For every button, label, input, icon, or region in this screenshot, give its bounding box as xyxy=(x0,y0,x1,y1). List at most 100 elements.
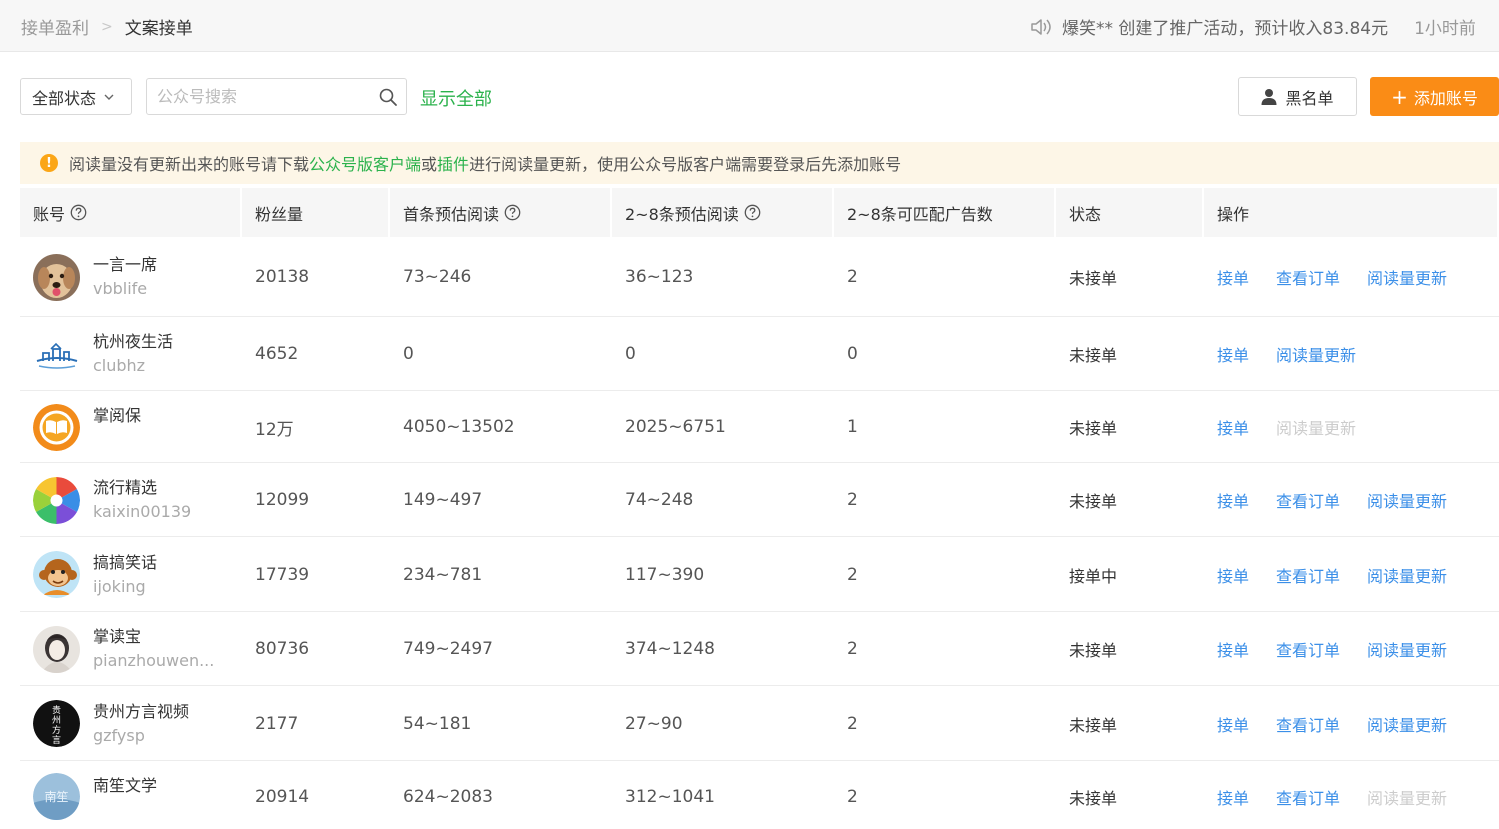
account-text: 杭州夜生活 clubhz xyxy=(93,330,173,378)
second-read-estimate: 74~248 xyxy=(625,490,694,510)
account-name[interactable]: 贵州方言视频 xyxy=(93,700,189,724)
account-avatar xyxy=(33,551,80,598)
account-cell: 杭州夜生活 clubhz xyxy=(20,317,242,391)
fans-count: 12099 xyxy=(255,490,310,510)
ad-match-count: 2 xyxy=(847,267,858,287)
warning-text-3: 进行阅读量更新，使用公众号版客户端需要登录后先添加账号 xyxy=(469,155,902,174)
row-actions: 接单 查看订单 阅读量更新 xyxy=(1204,612,1499,686)
column-header-label: 2~8条可匹配广告数 xyxy=(847,204,993,224)
table-row: 贵州方言贵州方言视频 gzfysp 2177 54~181 27~90 2 未接单 接单 查看订… xyxy=(20,686,1499,761)
table-row: 搞搞笑话 ijoking 17739 234~781 117~390 2 接单中 接单 查看订单… xyxy=(20,537,1499,612)
help-icon[interactable] xyxy=(504,204,521,221)
row-actions: 接单 查看订单 阅读量更新 xyxy=(1204,463,1499,537)
view-orders-link[interactable]: 查看订单 xyxy=(1276,563,1340,587)
warning-banner: ! 阅读量没有更新出来的账号请下载 公众号版客户端 或 插件 进行阅读量更新，使… xyxy=(20,142,1499,184)
table-row: 流行精选 kaixin00139 12099 149~497 74~248 2 未接单 接单 查… xyxy=(20,463,1499,537)
first-read-estimate: 0 xyxy=(403,344,414,364)
column-header: 2~8条可匹配广告数 xyxy=(834,188,1056,237)
plugin-link[interactable]: 插件 xyxy=(437,151,469,175)
update-reads-link[interactable]: 阅读量更新 xyxy=(1367,488,1447,512)
help-icon[interactable] xyxy=(744,204,761,221)
account-name[interactable]: 南笙文学 xyxy=(93,774,157,798)
accept-order-link[interactable]: 接单 xyxy=(1217,488,1249,512)
account-cell: 南笙 南笙文学 xyxy=(20,761,242,829)
update-reads-link[interactable]: 阅读量更新 xyxy=(1367,563,1447,587)
accept-order-link[interactable]: 接单 xyxy=(1217,785,1249,809)
view-orders-link[interactable]: 查看订单 xyxy=(1276,637,1340,661)
account-text: 流行精选 kaixin00139 xyxy=(93,476,191,524)
ad-match-count: 1 xyxy=(847,417,858,437)
second-read-estimate: 0 xyxy=(625,344,636,364)
account-id: vbblife xyxy=(93,279,148,298)
fans-count: 20138 xyxy=(255,267,310,287)
view-orders-link[interactable]: 查看订单 xyxy=(1276,265,1340,289)
update-reads-link[interactable]: 阅读量更新 xyxy=(1367,265,1447,289)
add-account-button[interactable]: + 添加账号 xyxy=(1370,77,1499,116)
row-actions: 接单 查看订单 阅读量更新 xyxy=(1204,761,1499,829)
top-bar: 接单盈利 > 文案接单 爆笑** 创建了推广活动，预计收入83.84元 1小时前 xyxy=(0,0,1499,52)
account-name[interactable]: 一言一席 xyxy=(93,253,157,277)
first-read-estimate: 624~2083 xyxy=(403,786,493,807)
first-read-estimate: 73~246 xyxy=(403,267,472,287)
status-filter-select[interactable]: 全部状态 xyxy=(20,78,132,115)
ad-match-count: 2 xyxy=(847,490,858,510)
update-reads-link[interactable]: 阅读量更新 xyxy=(1276,342,1356,366)
accept-order-link[interactable]: 接单 xyxy=(1217,712,1249,736)
accept-order-link[interactable]: 接单 xyxy=(1217,265,1249,289)
account-search-input[interactable] xyxy=(147,79,367,114)
blacklist-button[interactable]: 黑名单 xyxy=(1238,77,1357,116)
search-icon[interactable] xyxy=(378,87,398,107)
row-actions: 接单 查看订单 阅读量更新 xyxy=(1204,537,1499,612)
column-header: 首条预估阅读 xyxy=(390,188,612,237)
client-download-link[interactable]: 公众号版客户端 xyxy=(309,151,421,175)
account-avatar xyxy=(33,625,80,673)
chevron-down-icon xyxy=(104,94,114,100)
breadcrumb-current: 文案接单 xyxy=(124,19,193,39)
breadcrumb-parent[interactable]: 接单盈利 xyxy=(21,14,89,39)
second-read-estimate: 36~123 xyxy=(625,267,694,287)
account-avatar xyxy=(33,403,80,451)
ad-match-count: 0 xyxy=(847,344,858,364)
speaker-icon xyxy=(1031,18,1051,35)
table-body: 一言一席 vbblife 20138 73~246 36~123 2 未接单 接单 查看订单 阅读… xyxy=(20,237,1499,829)
warning-text-1: 阅读量没有更新出来的账号请下载 xyxy=(69,155,310,174)
svg-text:南笙: 南笙 xyxy=(44,789,68,804)
column-header: 账号 xyxy=(20,188,242,237)
view-orders-link[interactable]: 查看订单 xyxy=(1276,488,1340,512)
help-icon[interactable] xyxy=(70,204,87,221)
account-name[interactable]: 掌阅保 xyxy=(93,404,141,428)
account-name[interactable]: 掌读宝 xyxy=(93,625,214,649)
account-search-box xyxy=(146,78,407,115)
add-account-label: 添加账号 xyxy=(1413,88,1478,108)
account-cell: 一言一席 vbblife xyxy=(20,237,242,317)
fans-count: 12万 xyxy=(255,419,294,440)
update-reads-link[interactable]: 阅读量更新 xyxy=(1367,637,1447,661)
breadcrumb-separator: > xyxy=(101,18,113,35)
update-reads-link[interactable]: 阅读量更新 xyxy=(1367,712,1447,736)
view-orders-link[interactable]: 查看订单 xyxy=(1276,785,1340,809)
column-header-label: 首条预估阅读 xyxy=(403,204,500,224)
accept-order-link[interactable]: 接单 xyxy=(1217,342,1249,366)
table-row: 掌阅保 12万 4050~13502 2025~6751 1 未接单 接单 阅读量更新 xyxy=(20,391,1499,463)
column-header-label: 粉丝量 xyxy=(255,204,304,224)
first-read-estimate: 749~2497 xyxy=(403,639,493,659)
warning-text-2: 或 xyxy=(421,155,438,174)
account-avatar xyxy=(33,253,80,301)
order-status: 未接单 xyxy=(1069,788,1118,808)
notice-text: 爆笑** 创建了推广活动，预计收入83.84元 xyxy=(1062,19,1389,39)
account-cell: 搞搞笑话 ijoking xyxy=(20,537,242,612)
view-orders-link[interactable]: 查看订单 xyxy=(1276,712,1340,736)
order-status: 未接单 xyxy=(1069,715,1118,735)
plus-icon: + xyxy=(1391,84,1408,109)
accept-order-link[interactable]: 接单 xyxy=(1217,637,1249,661)
accept-order-link[interactable]: 接单 xyxy=(1217,563,1249,587)
fans-count: 17739 xyxy=(255,564,310,585)
account-name[interactable]: 搞搞笑话 xyxy=(93,551,157,575)
accept-order-link[interactable]: 接单 xyxy=(1217,415,1249,439)
show-all-link[interactable]: 显示全部 xyxy=(420,85,492,111)
svg-text:贵: 贵 xyxy=(52,704,61,716)
order-status: 未接单 xyxy=(1069,492,1118,511)
account-name[interactable]: 杭州夜生活 xyxy=(93,330,173,354)
account-name[interactable]: 流行精选 xyxy=(93,476,191,500)
svg-text:方: 方 xyxy=(52,724,61,736)
